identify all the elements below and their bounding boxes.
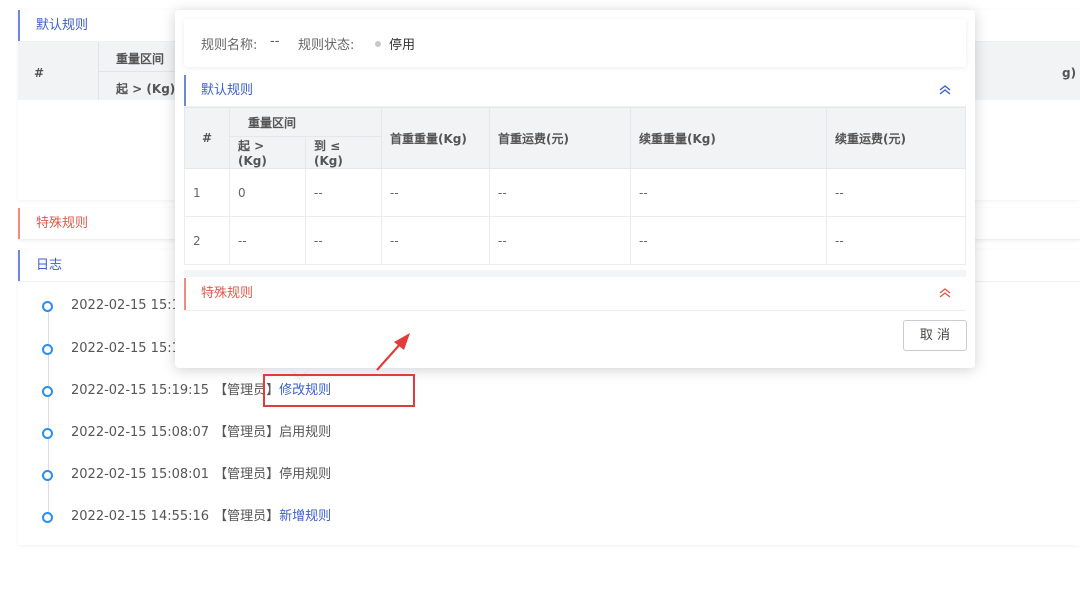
log-title: 日志: [36, 258, 63, 273]
table-cell: 1: [184, 168, 230, 217]
popover-special-rules-title: 特殊规则: [201, 286, 254, 301]
rule-status-value: 停用: [389, 38, 416, 53]
table-cell: --: [381, 168, 490, 217]
rule-name-label: 规则名称:: [201, 38, 258, 53]
table-cell: 0: [229, 168, 306, 217]
log-role: 【管理员】: [214, 467, 280, 482]
th-weight-range: 重量区间: [229, 107, 382, 137]
log-role: 【管理员】: [214, 425, 280, 440]
timeline-dot-icon: [42, 344, 53, 355]
rule-status-label: 规则状态:: [298, 38, 355, 53]
popover-default-rules-header[interactable]: 默认规则: [184, 75, 966, 107]
rule-info-bar: 规则名称: -- 规则状态: 停用: [184, 19, 966, 67]
log-entry-text: 2022-02-15 15:19: [71, 296, 188, 316]
default-rules-table: # 重量区间 首重重量(Kg) 首重运费(元) 续重重量(Kg) 续重运费(元)…: [184, 107, 966, 265]
rule-detail-popover: 规则名称: -- 规则状态: 停用 默认规则 # 重量区间 首重重量(Kg) 首…: [175, 10, 975, 368]
table-cell: --: [489, 216, 631, 265]
popover-default-rules-title: 默认规则: [201, 83, 254, 98]
log-role: 【管理员】: [214, 509, 280, 524]
table-cell: --: [305, 168, 382, 217]
chevron-double-up-icon[interactable]: [939, 75, 951, 95]
table-cell: --: [630, 216, 827, 265]
table-cell: --: [826, 168, 966, 217]
section-gap: [184, 270, 966, 277]
table-cell: --: [489, 168, 631, 217]
log-entry-text: 2022-02-15 15:08:07 【管理员】启用规则: [71, 423, 331, 443]
timeline-dot-icon: [42, 386, 53, 397]
annotation-arrow-icon: [376, 333, 410, 371]
timeline-dot-icon: [42, 428, 53, 439]
table-row: 2 -- -- -- -- -- --: [184, 216, 966, 265]
footer-divider: [184, 310, 966, 311]
timeline-dot-icon: [42, 470, 53, 481]
log-time: 2022-02-15 15:19: [71, 341, 189, 356]
bg-th-index: #: [34, 66, 45, 80]
table-row: 1 0 -- -- -- -- --: [184, 168, 966, 217]
log-time: 2022-02-15 15:08:07: [71, 425, 210, 440]
table-cell: --: [630, 168, 827, 217]
cancel-button[interactable]: 取 消: [903, 320, 967, 351]
timeline-dot-icon: [42, 512, 53, 523]
log-time: 2022-02-15 15:19: [71, 298, 189, 313]
log-entry-text: 2022-02-15 14:55:16 【管理员】新增规则: [71, 507, 331, 527]
th-extra-fee: 续重运费(元): [826, 107, 966, 169]
rule-name-value: --: [270, 34, 280, 49]
th-extra-weight: 续重重量(Kg): [630, 107, 827, 169]
log-time: 2022-02-15 15:08:01: [71, 467, 210, 482]
th-index: #: [184, 107, 230, 169]
annotation-highlight-box: [263, 374, 415, 407]
log-action: 启用规则: [279, 425, 332, 440]
th-first-weight: 首重重量(Kg): [381, 107, 490, 169]
log-action: 停用规则: [279, 467, 332, 482]
popover-special-rules-header[interactable]: 特殊规则: [184, 278, 966, 310]
table-cell: --: [305, 216, 382, 265]
timeline-dot-icon: [42, 301, 53, 312]
th-from: 起 > (Kg): [229, 136, 306, 169]
table-cell: 2: [184, 216, 230, 265]
log-time: 2022-02-15 15:19:15: [71, 383, 210, 398]
log-entry-text: 2022-02-15 15:19: [71, 339, 188, 359]
table-cell: --: [826, 216, 966, 265]
bg-th-weight-range: 重量区间: [116, 52, 165, 66]
th-first-fee: 首重运费(元): [489, 107, 631, 169]
log-action-link[interactable]: 新增规则: [279, 509, 331, 524]
log-time: 2022-02-15 14:55:16: [71, 509, 210, 524]
bg-th-right-cut: g): [1062, 66, 1077, 80]
special-rules-title: 特殊规则: [36, 216, 89, 231]
log-entry-text: 2022-02-15 15:08:01 【管理员】停用规则: [71, 465, 331, 485]
default-rules-title: 默认规则: [36, 18, 89, 33]
bg-th-from: 起 > (Kg): [116, 82, 176, 96]
table-cell: --: [381, 216, 490, 265]
table-cell: --: [229, 216, 306, 265]
status-dot-icon: [375, 41, 381, 47]
th-to: 到 ≤ (Kg): [305, 136, 382, 169]
timeline-line: [48, 306, 49, 516]
chevron-double-up-icon[interactable]: [939, 278, 951, 298]
